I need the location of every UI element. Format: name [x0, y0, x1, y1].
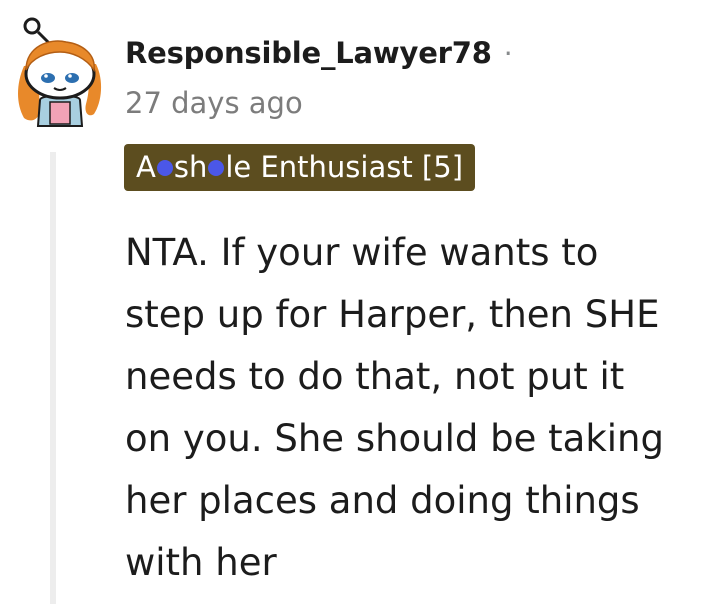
flair-text-part1: A [136, 150, 156, 184]
flair-censor-dot-icon [156, 159, 173, 176]
flair-censor-dot-icon [208, 159, 225, 176]
comment-body-line: with her [125, 541, 277, 584]
username-label[interactable]: Responsible_Lawyer78 [125, 36, 492, 70]
comment-timestamp[interactable]: 27 days ago [125, 86, 303, 120]
comment-body-line: on you. She should be taking [125, 417, 664, 460]
thread-collapse-line[interactable] [50, 152, 56, 604]
reddit-snoo-avatar-icon [18, 17, 102, 127]
comment-body-line: needs to do that, not put it [125, 355, 625, 398]
comment-body-line: her places and doing things [125, 479, 640, 522]
flair-text-part2: sh [173, 150, 208, 184]
user-flair: Ash le Enthusiast [5] [124, 144, 476, 191]
comment-author-username[interactable]: Responsible_Lawyer78 · [125, 36, 513, 70]
flair-text-part3: le Enthusiast [5] [225, 150, 464, 184]
avatar[interactable] [10, 14, 110, 128]
comment-body: NTA. If your wife wants to step up for H… [125, 222, 715, 594]
meta-separator: · [503, 37, 513, 70]
comment-body-line: step up for Harper, then SHE [125, 293, 660, 336]
comment-body-line: NTA. If your wife wants to [125, 231, 599, 274]
